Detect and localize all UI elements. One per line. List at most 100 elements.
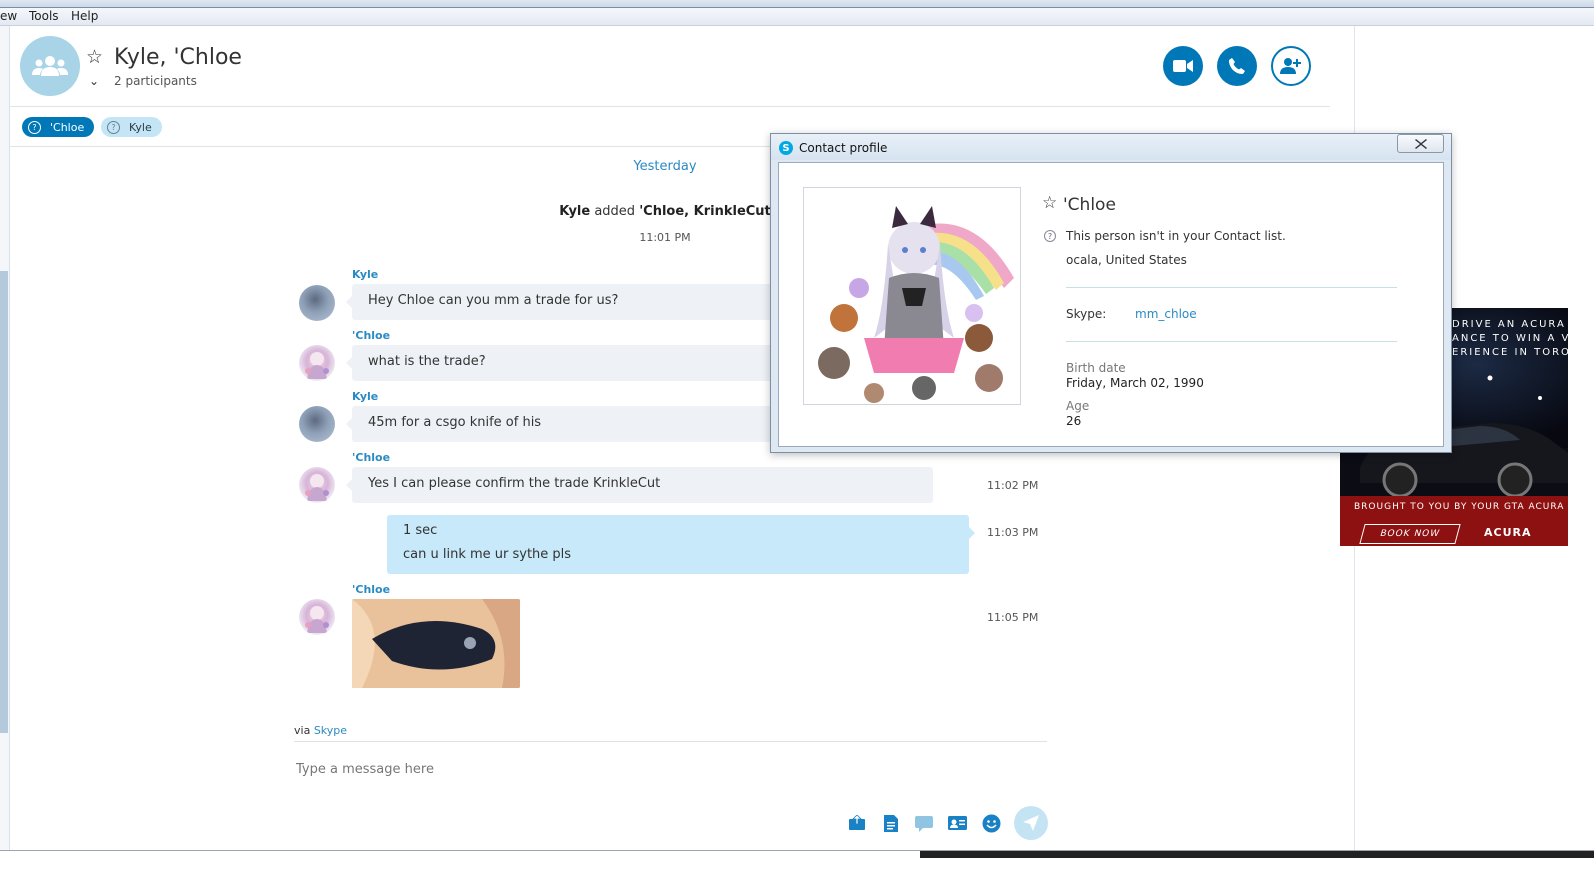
close-icon (1414, 138, 1427, 149)
message-bubble: Yes I can please confirm the trade Krink… (346, 467, 933, 503)
document-icon (884, 814, 898, 832)
skype-id-label: Skype: (1066, 307, 1107, 321)
send-file-button[interactable] (846, 812, 868, 834)
chevron-down-icon[interactable]: ⌄ (89, 74, 99, 88)
video-message-button[interactable] (913, 812, 935, 834)
send-file-icon (849, 815, 865, 830)
window-bottom-edge (0, 850, 1594, 872)
message-sender[interactable]: Kyle (352, 390, 378, 403)
message-sender[interactable]: 'Chloe (352, 451, 390, 464)
message-time: 11:03 PM (987, 526, 1039, 539)
birth-date-value: Friday, March 02, 1990 (1066, 376, 1204, 390)
add-people-button[interactable] (1271, 46, 1311, 86)
shared-image-art (352, 599, 520, 688)
my-message-bubble: 1 sec can u link me ur sythe pls (387, 515, 975, 574)
system-message: Kyle added 'Chloe, KrinkleCut (559, 204, 771, 219)
send-contact-button[interactable] (946, 812, 968, 834)
profile-status: This person isn't in your Contact list. (1066, 229, 1286, 243)
profile-picture (803, 187, 1021, 405)
pill-label: Kyle (129, 120, 152, 134)
emoticon-icon (982, 814, 1000, 832)
header-divider (10, 106, 1330, 107)
message-sender[interactable]: 'Chloe (352, 329, 390, 342)
favorite-star-icon[interactable]: ☆ (86, 48, 103, 67)
message-line: 1 sec (403, 523, 438, 538)
chloe-avatar-art (305, 352, 329, 379)
skype-id-value[interactable]: mm_chloe (1135, 307, 1197, 321)
participant-pill-kyle[interactable]: ? Kyle (101, 117, 162, 137)
message-sender[interactable]: Kyle (352, 268, 378, 281)
skype-logo-icon: S (779, 141, 793, 155)
sidebar-scrollbar[interactable] (0, 271, 8, 733)
profile-location: ocala, United States (1066, 253, 1187, 267)
ad-brand-logo: ACURA (1484, 526, 1532, 539)
message-time: 11:05 PM (987, 611, 1039, 624)
video-call-button[interactable] (1163, 46, 1203, 86)
audio-call-button[interactable] (1217, 46, 1257, 86)
via-skype-label: via Skype (294, 724, 348, 737)
birth-date-label: Birth date (1066, 361, 1126, 375)
ad-headline-line: ANCE TO WIN A V (1452, 333, 1568, 344)
message-bubble: Hey Chloe can you mm a trade for us? (346, 284, 772, 320)
unknown-status-icon: ? (107, 120, 120, 134)
phone-icon (1228, 58, 1245, 74)
composer-divider (294, 741, 1047, 742)
send-icon (1023, 815, 1039, 831)
age-value: 26 (1066, 414, 1082, 428)
pill-label: 'Chloe (50, 120, 85, 134)
profile-divider (1066, 341, 1397, 342)
message-bubble: what is the trade? (346, 345, 772, 381)
participant-pill-chloe[interactable]: ? 'Chloe (22, 117, 95, 137)
group-avatar[interactable] (20, 36, 80, 96)
age-label: Age (1066, 399, 1090, 413)
message-input[interactable] (294, 758, 1034, 780)
ad-footer-text: BROUGHT TO YOU BY YOUR GTA ACURA (1354, 502, 1565, 512)
menu-help[interactable]: Help (71, 9, 98, 23)
system-message-time: 11:01 PM (639, 231, 691, 244)
chloe-avatar-art (305, 606, 329, 633)
send-document-button[interactable] (880, 812, 902, 834)
profile-name: 'Chloe (1063, 195, 1116, 215)
video-camera-icon (1173, 60, 1193, 72)
menu-view[interactable]: ew (0, 9, 17, 23)
avatar-kyle[interactable] (299, 406, 335, 442)
ad-book-now-button[interactable]: BOOK NOW (1359, 524, 1461, 544)
message-time: 11:02 PM (987, 479, 1039, 492)
left-sidebar-edge (0, 26, 10, 862)
skype-link[interactable]: Skype (314, 724, 347, 737)
contact-card-icon (947, 816, 967, 830)
dialog-titlebar[interactable]: S Contact profile (771, 134, 1451, 160)
chloe-avatar-art (305, 474, 329, 501)
avatar-chloe[interactable] (299, 467, 335, 503)
dialog-close-button[interactable] (1397, 134, 1444, 153)
menu-tools[interactable]: Tools (29, 9, 59, 23)
unknown-status-icon: ? (28, 120, 41, 134)
unknown-status-icon: ? (1044, 230, 1056, 242)
group-people-icon (32, 56, 68, 76)
video-message-icon (915, 815, 933, 832)
message-bubble: 45m for a csgo knife of his (346, 406, 772, 442)
avatar-chloe[interactable] (299, 599, 335, 635)
dialog-title: Contact profile (799, 141, 888, 155)
window-title-strip (0, 0, 1594, 8)
profile-picture-art (818, 206, 1014, 403)
send-message-button[interactable] (1014, 806, 1048, 840)
dialog-body: ☆ 'Chloe ? This person isn't in your Con… (778, 162, 1444, 447)
conversation-title: Kyle, 'Chloe (114, 45, 242, 70)
profile-divider (1066, 287, 1397, 288)
ad-headline-line: ERIENCE IN TORO (1452, 347, 1568, 358)
menu-bar: ew Tools Help (0, 8, 1594, 26)
emoticon-button[interactable] (980, 812, 1002, 834)
message-sender[interactable]: 'Chloe (352, 583, 390, 596)
message-line: can u link me ur sythe pls (403, 547, 572, 562)
day-divider: Yesterday (633, 159, 697, 174)
ad-headline-line: DRIVE AN ACURA (1452, 319, 1566, 330)
add-person-icon (1280, 58, 1301, 74)
avatar-chloe[interactable] (299, 345, 335, 381)
avatar-kyle[interactable] (299, 285, 335, 321)
taskbar-edge (920, 851, 1594, 858)
contact-profile-dialog: S Contact profile ☆ 'Chloe ? This person… (770, 133, 1452, 453)
favorite-star-icon[interactable]: ☆ (1042, 195, 1057, 212)
participants-count[interactable]: 2 participants (114, 74, 197, 88)
shared-image[interactable] (352, 599, 520, 688)
